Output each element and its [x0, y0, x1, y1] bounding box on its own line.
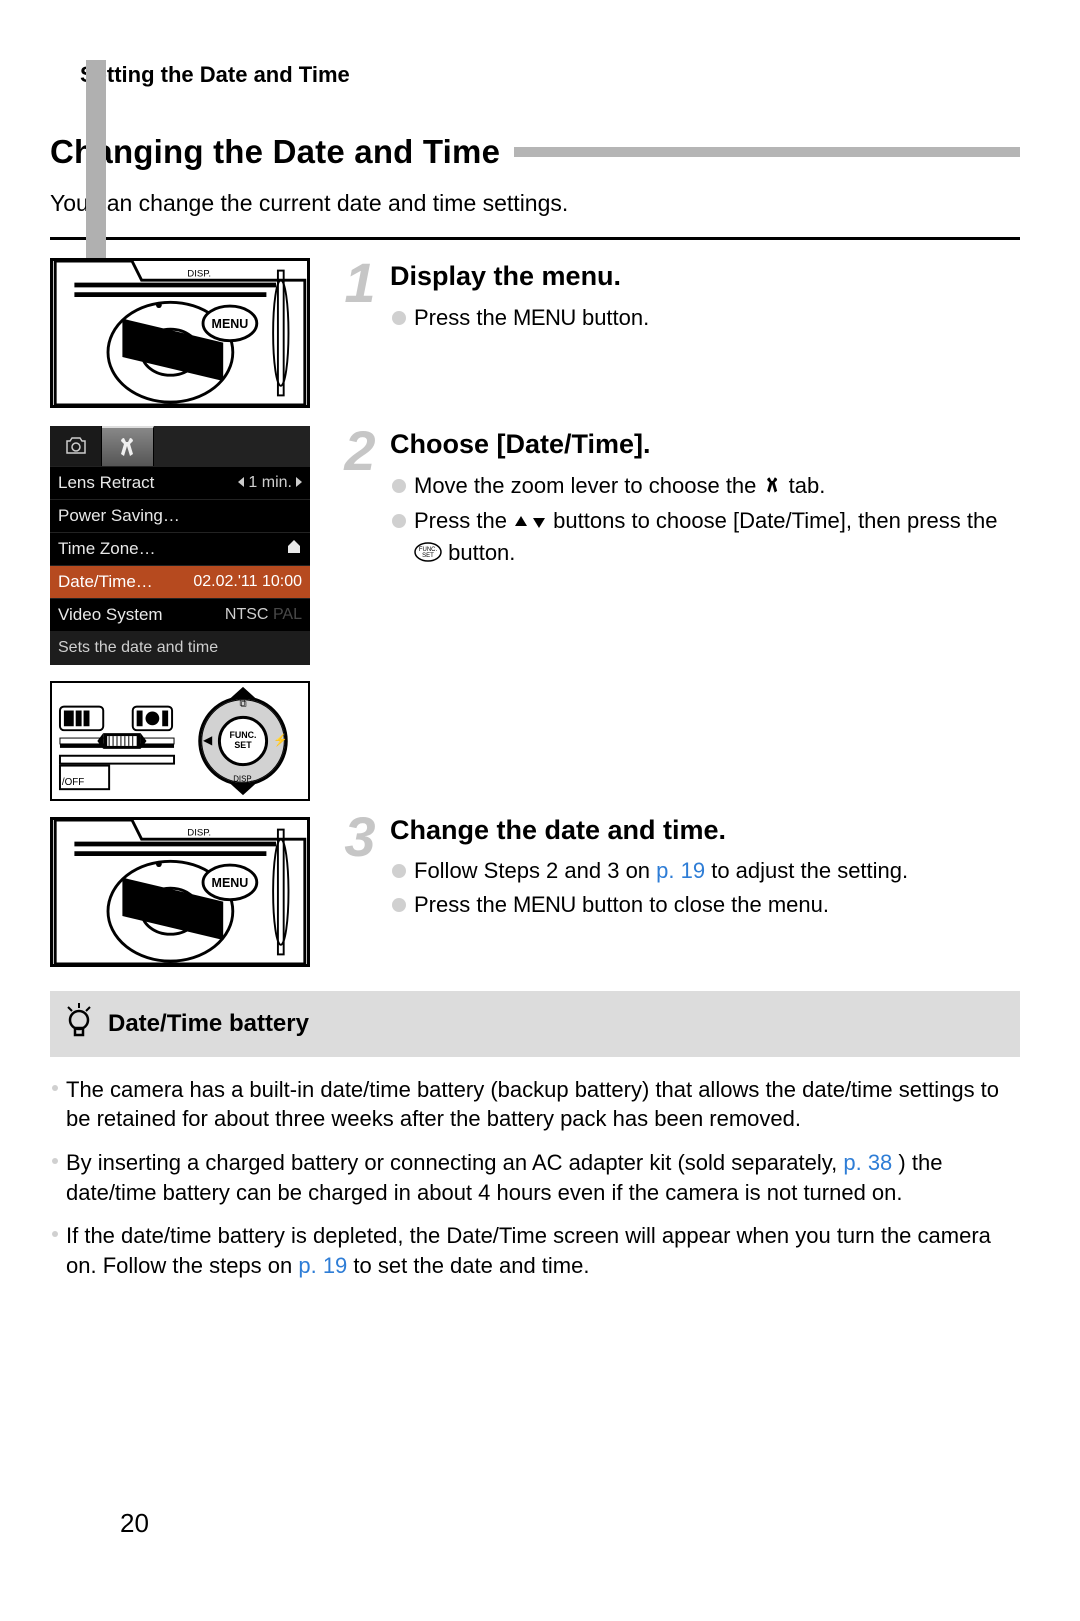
tip-item-3: If the date/time battery is depleted, th…: [50, 1221, 1020, 1280]
step-2-bullet-1: Move the zoom lever to choose the tab.: [390, 471, 1020, 503]
figure-camera-back-menu-2: MENU DISP.: [50, 817, 310, 967]
menu-value: NTSC PAL: [225, 604, 302, 626]
text: to set the date and time.: [353, 1253, 589, 1278]
text: button.: [582, 305, 649, 330]
step-3-bullet-1: Follow Steps 2 and 3 on p. 19 to adjust …: [390, 856, 1020, 886]
step-number-1: 1: [340, 258, 380, 336]
menu-tab-tools-icon: [102, 426, 154, 466]
menu-row-time-zone: Time Zone…: [50, 532, 310, 565]
step-number-2: 2: [340, 426, 380, 574]
section-heading-row: Changing the Date and Time: [50, 130, 1020, 175]
menu-label: Date/Time…: [58, 571, 153, 594]
home-icon: [286, 538, 302, 561]
step-3-title: Change the date and time.: [390, 812, 1020, 848]
page-ref-link[interactable]: p. 19: [298, 1253, 347, 1278]
menu-label: Power Saving…: [58, 505, 180, 528]
text: Press the: [414, 892, 513, 917]
tip-list: The camera has a built-in date/time batt…: [50, 1075, 1020, 1281]
menu-label: Time Zone…: [58, 538, 156, 561]
figure-control-dial: /OFF ⧉ ◀ ⚡ DISP. FUNC. SET: [50, 681, 310, 801]
menu-label-icon: MENU: [513, 892, 576, 917]
text: Press the: [414, 305, 513, 330]
svg-text:DISP.: DISP.: [187, 827, 211, 838]
text: By inserting a charged battery or connec…: [66, 1150, 843, 1175]
svg-text:⚡: ⚡: [273, 733, 288, 747]
menu-row-date-time-selected: Date/Time… 02.02.'11 10:00: [50, 565, 310, 598]
menu-row-video-system: Video System NTSC PAL: [50, 598, 310, 631]
svg-text:MENU: MENU: [212, 876, 249, 890]
menu-row-lens-retract: Lens Retract 1 min.: [50, 466, 310, 499]
figure-menu-screenshot: Lens Retract 1 min. Power Saving… Time Z…: [50, 426, 310, 665]
text: button.: [448, 540, 515, 565]
divider: [50, 237, 1020, 240]
text: button to close the menu.: [582, 892, 829, 917]
menu-tabs: [50, 426, 310, 466]
text: tab.: [789, 473, 826, 498]
text: buttons to choose [Date/Time], then pres…: [553, 508, 997, 533]
step-1-title: Display the menu.: [390, 258, 1020, 294]
menu-row-power-saving: Power Saving…: [50, 499, 310, 532]
step-1-bullet-1: Press the MENU button.: [390, 303, 1020, 333]
step-1: MENU DISP. 1 Display the menu. Press the…: [50, 258, 1020, 408]
tip-item-1: The camera has a built-in date/time batt…: [50, 1075, 1020, 1134]
section-title-rule: [514, 147, 1020, 157]
page-ref-link[interactable]: p. 19: [656, 858, 705, 883]
svg-text:◀: ◀: [203, 733, 213, 747]
step-2: Lens Retract 1 min. Power Saving… Time Z…: [50, 426, 1020, 967]
menu-label: Video System: [58, 604, 163, 627]
page-number: 20: [120, 1506, 149, 1541]
svg-text:DISP.: DISP.: [233, 774, 253, 783]
svg-text:DISP.: DISP.: [187, 269, 211, 280]
step-2-bullet-2: Press the buttons to choose [Date/Time],…: [390, 506, 1020, 569]
menu-label: Lens Retract: [58, 472, 154, 495]
section-intro: You can change the current date and time…: [50, 188, 1020, 219]
section-title: Changing the Date and Time: [50, 130, 500, 175]
menu-tab-camera-icon: [50, 426, 102, 466]
text: Move the zoom lever to choose the: [414, 473, 763, 498]
text: to adjust the setting.: [711, 858, 908, 883]
up-down-arrows-icon: [513, 508, 547, 538]
step-number-3: 3: [340, 812, 380, 924]
lightbulb-icon: [64, 1003, 94, 1045]
tip-header: Date/Time battery: [50, 991, 1020, 1057]
page-edge-tab: [86, 60, 106, 260]
menu-value: 02.02.'11 10:00: [193, 571, 302, 593]
breadcrumb: Setting the Date and Time: [80, 60, 1020, 90]
svg-text:SET: SET: [234, 740, 252, 750]
page-ref-link[interactable]: p. 38: [843, 1150, 892, 1175]
text: Press the: [414, 508, 513, 533]
tip-title: Date/Time battery: [108, 1008, 309, 1040]
figure-camera-back-menu: MENU DISP.: [50, 258, 310, 408]
func-set-button-icon: FUNC.SET: [414, 540, 442, 570]
svg-text:FUNC.: FUNC.: [229, 730, 256, 740]
tools-tab-icon: [763, 473, 783, 503]
svg-text:MENU: MENU: [212, 317, 249, 331]
menu-caption: Sets the date and time: [50, 631, 310, 665]
svg-text:⧉: ⧉: [239, 698, 246, 709]
tip-item-2: By inserting a charged battery or connec…: [50, 1148, 1020, 1207]
step-2-title: Choose [Date/Time].: [390, 426, 1020, 462]
text: Follow Steps 2 and 3 on: [414, 858, 656, 883]
svg-text:/OFF: /OFF: [62, 777, 84, 788]
menu-value: 1 min.: [238, 472, 302, 494]
svg-text:SET: SET: [422, 553, 434, 559]
step-3-bullet-2: Press the MENU button to close the menu.: [390, 890, 1020, 920]
menu-label-icon: MENU: [513, 305, 576, 330]
